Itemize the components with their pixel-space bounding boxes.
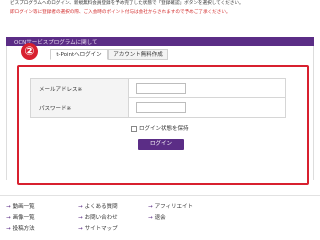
footer-link-affiliate[interactable]: → アフィリエイト bbox=[148, 204, 193, 211]
footer-links: → 動画一覧 → よくある質問 → アフィリエイト → 画像一覧 → お問い合わせ → 退会… bbox=[0, 198, 320, 240]
footer-link-videos[interactable]: → 動画一覧 bbox=[6, 204, 35, 211]
login-form: メールアドレス※ パスワード※ bbox=[30, 78, 286, 118]
email-label: メールアドレス※ bbox=[39, 87, 83, 93]
password-label-cell: パスワード※ bbox=[31, 98, 129, 117]
arrow-right-icon: → bbox=[78, 215, 83, 221]
footer-divider bbox=[0, 195, 320, 196]
email-label-cell: メールアドレス※ bbox=[31, 79, 129, 98]
email-row: メールアドレス※ bbox=[31, 79, 285, 98]
footer-link-faq[interactable]: → よくある質問 bbox=[78, 204, 118, 211]
remember-login-label: ログイン状態を保持 bbox=[139, 126, 189, 132]
footer-link-withdraw[interactable]: → 退会 bbox=[148, 215, 166, 222]
remember-login-checkbox[interactable] bbox=[131, 126, 137, 132]
password-field[interactable] bbox=[136, 102, 186, 113]
arrow-right-icon: → bbox=[6, 226, 11, 232]
password-row: パスワード※ bbox=[31, 98, 285, 117]
tab-login[interactable]: t-Pointへログイン bbox=[50, 49, 108, 60]
tab-create-account[interactable]: アカウント無料作成 bbox=[108, 49, 168, 60]
footer-link-contact[interactable]: → お問い合わせ bbox=[78, 215, 118, 222]
password-label: パスワード※ bbox=[39, 106, 72, 112]
step-number-badge: ② bbox=[21, 43, 38, 60]
footer-link-images[interactable]: → 画像一覧 bbox=[6, 215, 35, 222]
arrow-right-icon: → bbox=[6, 204, 11, 210]
email-field[interactable] bbox=[136, 83, 186, 94]
footer-link-sitemap[interactable]: → サイトマップ bbox=[78, 226, 118, 233]
notice-text-line-2: 即ログイン等に登録者の選択の際、ご入会時のポイント付与は会社からされますので予め… bbox=[10, 10, 231, 15]
arrow-right-icon: → bbox=[148, 215, 153, 221]
notice-area: ビスプログラムへのログイン、新規無料会員登録を予め完了した状態で「登録確認」ボタ… bbox=[0, 0, 320, 38]
notice-text-line-1: ビスプログラムへのログイン、新規無料会員登録を予め完了した状態で「登録確認」ボタ… bbox=[10, 1, 244, 6]
login-button[interactable]: ログイン bbox=[138, 139, 184, 150]
panel-header: OCNサービスプログラムに関して bbox=[6, 37, 314, 46]
footer-link-howto-post[interactable]: → 投稿方法 bbox=[6, 226, 35, 233]
arrow-right-icon: → bbox=[78, 204, 83, 210]
arrow-right-icon: → bbox=[6, 215, 11, 221]
arrow-right-icon: → bbox=[148, 204, 153, 210]
arrow-right-icon: → bbox=[78, 226, 83, 232]
